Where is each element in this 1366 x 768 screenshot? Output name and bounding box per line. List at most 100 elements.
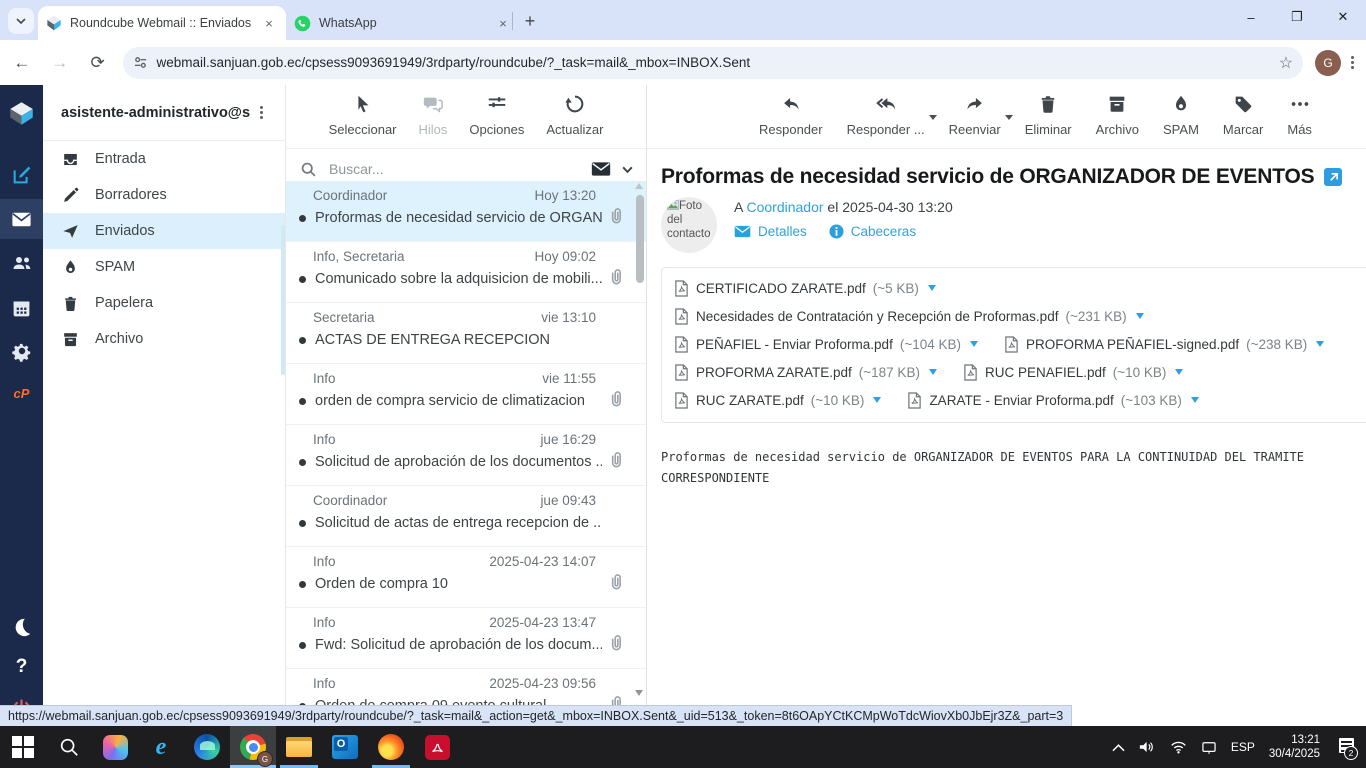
toolbar-button-archivo[interactable]: Archivo xyxy=(1096,93,1139,137)
message-row[interactable]: Infovie 11:55orden de compra servicio de… xyxy=(286,364,646,425)
folder-item-spam[interactable]: SPAM xyxy=(43,249,285,285)
attachment-item[interactable]: PROFORMA ZARATE.pdf(~187 KB) xyxy=(674,358,937,386)
taskbar-chrome-button[interactable]: G xyxy=(230,726,276,768)
toolbar-button-opciones[interactable]: Opciones xyxy=(469,93,524,137)
toolbar-button-responder[interactable]: Responder xyxy=(759,93,823,137)
folder-item-papelera[interactable]: Papelera xyxy=(43,285,285,321)
folder-item-archivo[interactable]: Archivo xyxy=(43,321,285,357)
window-close-button[interactable]: ✕ xyxy=(1320,0,1366,34)
forward-button[interactable]: → xyxy=(44,47,76,79)
settings-button[interactable] xyxy=(0,331,43,371)
details-toggle[interactable]: Detalles xyxy=(734,224,807,239)
back-button[interactable]: ← xyxy=(6,47,38,79)
taskbar-outlook-button[interactable] xyxy=(322,726,368,768)
toolbar-button-marcar[interactable]: Marcar xyxy=(1223,93,1263,137)
tab-search-button[interactable] xyxy=(8,8,34,34)
browser-profile-avatar[interactable]: G xyxy=(1315,50,1341,76)
attachment-menu-caret-icon[interactable] xyxy=(970,341,978,347)
message-row[interactable]: Info, SecretariaHoy 09:02Comunicado sobr… xyxy=(286,242,646,303)
taskbar-ie-button[interactable]: e xyxy=(138,726,184,768)
calendar-button[interactable] xyxy=(0,288,43,328)
attachment-item[interactable]: ZARATE - Enviar Proforma.pdf(~103 KB) xyxy=(907,386,1198,414)
search-input[interactable] xyxy=(327,160,581,178)
list-scrollbar-thumb[interactable] xyxy=(636,195,644,283)
tab-close-icon[interactable]: × xyxy=(494,14,512,32)
window-minimize-button[interactable]: – xyxy=(1228,0,1274,34)
attachment-menu-caret-icon[interactable] xyxy=(873,397,881,403)
taskbar-search-button[interactable] xyxy=(46,726,92,768)
contacts-button[interactable] xyxy=(0,243,43,283)
attachment-item[interactable]: CERTIFICADO ZARATE.pdf(~5 KB) xyxy=(674,274,936,302)
tab-roundcube[interactable]: Roundcube Webmail :: Enviados × xyxy=(38,6,286,40)
taskbar-firefox-button[interactable] xyxy=(368,726,414,768)
taskbar-copilot-button[interactable] xyxy=(92,726,138,768)
toolbar-button-eliminar[interactable]: Eliminar xyxy=(1025,93,1072,137)
attachment-menu-caret-icon[interactable] xyxy=(1316,341,1324,347)
search-options-chevron-icon[interactable] xyxy=(621,163,634,176)
dark-mode-button[interactable] xyxy=(0,607,43,647)
folder-item-enviados[interactable]: Enviados xyxy=(43,213,285,249)
list-scroll-down[interactable] xyxy=(635,690,643,696)
taskbar-file-explorer-button[interactable] xyxy=(276,726,322,768)
taskbar-start-button[interactable] xyxy=(0,726,46,768)
cpanel-button[interactable]: cP xyxy=(0,373,43,413)
attachment-menu-caret-icon[interactable] xyxy=(929,369,937,375)
recipient-link[interactable]: Coordinador xyxy=(746,199,823,215)
toolbar-button-hilos[interactable]: Hilos xyxy=(419,93,448,137)
account-menu-button[interactable] xyxy=(260,106,263,119)
attachment-menu-caret-icon[interactable] xyxy=(1191,397,1199,403)
volume-icon[interactable] xyxy=(1139,740,1156,754)
message-row[interactable]: Info2025-04-23 14:07Orden de compra 10 xyxy=(286,547,646,608)
tray-clock[interactable]: 13:21 30/4/2025 xyxy=(1269,733,1320,761)
attachment-item[interactable]: PEÑAFIEL - Enviar Proforma.pdf(~104 KB) xyxy=(674,330,978,358)
open-in-new-window-icon[interactable] xyxy=(1324,168,1342,186)
action-center-button[interactable]: 2 xyxy=(1334,738,1354,756)
folder-item-entrada[interactable]: Entrada xyxy=(43,141,285,177)
keyboard-language[interactable]: ESP xyxy=(1231,740,1255,754)
attachment-item[interactable]: RUC ZARATE.pdf(~10 KB) xyxy=(674,386,881,414)
attachment-item[interactable]: RUC PENAFIEL.pdf(~10 KB) xyxy=(963,358,1183,386)
new-tab-button[interactable]: + xyxy=(518,9,542,33)
taskbar-edge-button[interactable] xyxy=(184,726,230,768)
dropdown-caret-icon[interactable] xyxy=(1005,115,1013,120)
help-button[interactable]: ? xyxy=(0,647,43,687)
compose-button[interactable] xyxy=(0,155,43,195)
toolbar-button-reenviar[interactable]: Reenviar xyxy=(949,93,1001,137)
window-maximize-button[interactable]: ❐ xyxy=(1274,0,1320,34)
tray-expand-icon[interactable] xyxy=(1112,743,1125,752)
cursor-icon xyxy=(352,93,374,118)
browser-menu-button[interactable] xyxy=(1351,56,1354,69)
address-bar[interactable]: webmail.sanjuan.gob.ec/cpsess9093691949/… xyxy=(123,47,1303,79)
search-scope-mail-icon[interactable] xyxy=(591,161,611,177)
attachment-item[interactable]: PROFORMA PEÑAFIEL-signed.pdf(~238 KB) xyxy=(1004,330,1324,358)
attachment-menu-caret-icon[interactable] xyxy=(1136,313,1144,319)
taskbar-acrobat-button[interactable] xyxy=(414,726,460,768)
dropdown-caret-icon[interactable] xyxy=(929,115,937,120)
mail-section-button[interactable] xyxy=(0,199,43,239)
toolbar-button-seleccionar[interactable]: Seleccionar xyxy=(329,93,397,137)
folder-item-borradores[interactable]: Borradores xyxy=(43,177,285,213)
toolbar-button-más[interactable]: Más xyxy=(1287,93,1312,137)
tab-close-icon[interactable]: × xyxy=(260,14,278,32)
message-row[interactable]: Infojue 16:29Solicitud de aprobación de … xyxy=(286,425,646,486)
attachment-menu-caret-icon[interactable] xyxy=(1175,369,1183,375)
message-row[interactable]: Secretariavie 13:10ACTAS DE ENTREGA RECE… xyxy=(286,303,646,364)
message-row[interactable]: Coordinadorjue 09:43Solicitud de actas d… xyxy=(286,486,646,547)
attachment-item[interactable]: Necesidades de Contratación y Recepción … xyxy=(674,302,1144,330)
list-scroll-up[interactable] xyxy=(635,183,643,189)
toolbar-button-actualizar[interactable]: Actualizar xyxy=(546,93,603,137)
message-row[interactable]: Info2025-04-23 13:47Fwd: Solicitud de ap… xyxy=(286,608,646,669)
tab-whatsapp[interactable]: WhatsApp × xyxy=(286,6,520,40)
folder-scrollbar[interactable] xyxy=(281,225,285,375)
headers-toggle[interactable]: Cabeceras xyxy=(829,224,916,239)
bookmark-star-icon[interactable]: ☆ xyxy=(1279,53,1293,73)
toolbar-button-responder[interactable]: Responder ... xyxy=(847,93,925,137)
dots-icon xyxy=(1289,93,1311,115)
toolbar-button-spam[interactable]: SPAM xyxy=(1163,93,1199,137)
reload-button[interactable]: ⟳ xyxy=(82,47,114,79)
message-sender: Info xyxy=(313,554,336,569)
device-icon[interactable] xyxy=(1201,741,1217,754)
message-row[interactable]: CoordinadorHoy 13:20Proformas de necesid… xyxy=(286,181,646,242)
attachment-menu-caret-icon[interactable] xyxy=(928,285,936,291)
wifi-icon[interactable] xyxy=(1170,741,1187,754)
